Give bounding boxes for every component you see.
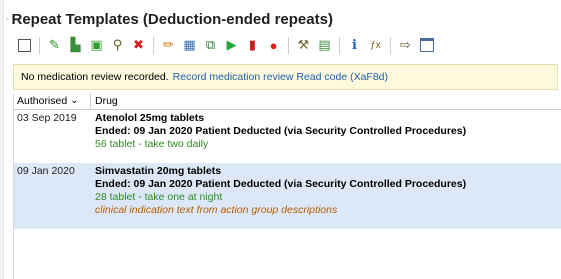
toolbar-separator bbox=[39, 36, 40, 54]
toolbar-separator bbox=[153, 36, 154, 54]
play-icon[interactable]: ▶ bbox=[221, 34, 242, 56]
toolbar-separator bbox=[339, 36, 340, 54]
issue-prescription-icon[interactable]: ✎ bbox=[44, 34, 65, 56]
table-row[interactable]: 09 Jan 2020 Simvastatin 20mg tablets End… bbox=[14, 163, 561, 229]
drug-cell: Atenolol 25mg tablets Ended: 09 Jan 2020… bbox=[95, 112, 561, 163]
tools-icon[interactable]: ⚒ bbox=[293, 34, 314, 56]
collapse-marker-icon[interactable]: ▫ bbox=[6, 16, 8, 23]
export-icon[interactable]: ⇨ bbox=[395, 34, 416, 56]
sort-chevron-icon[interactable]: ⌄ bbox=[70, 96, 78, 106]
authorised-date: 03 Sep 2019 bbox=[17, 112, 77, 124]
authorised-label: Authorised bbox=[17, 95, 68, 107]
panel-title: Repeat Templates (Deduction-ended repeat… bbox=[11, 10, 333, 28]
medication-review-notice: No medication review recorded. Record me… bbox=[13, 64, 558, 90]
formula-icon[interactable]: ƒx bbox=[365, 34, 386, 56]
toolbar-separator bbox=[288, 36, 289, 54]
info-icon[interactable]: i bbox=[344, 34, 365, 56]
window-icon[interactable] bbox=[416, 34, 437, 56]
ended-status: Ended: 09 Jan 2020 Patient Deducted (via… bbox=[95, 125, 467, 137]
toolbar: ✎ ▙ ▣ ⚲ ✖ ✏ ▦ ⧉ ▶ ▮ ● ⚒ ▤ i ƒx ⇨ bbox=[14, 33, 437, 57]
column-header-drug[interactable]: Drug bbox=[91, 95, 118, 107]
record-medication-review-link[interactable]: Record medication review Read code (XaF8… bbox=[173, 71, 388, 83]
drug-name: Atenolol 25mg tablets bbox=[95, 112, 205, 124]
edit-pencil-icon[interactable]: ✏ bbox=[158, 34, 179, 56]
amend-icon[interactable]: ▙ bbox=[65, 34, 86, 56]
table-header: Authorised ⌄ Drug bbox=[14, 93, 561, 110]
reauthorise-icon[interactable]: ▣ bbox=[86, 34, 107, 56]
clinical-indication: clinical indication text from action gro… bbox=[95, 204, 338, 216]
authorised-date: 09 Jan 2020 bbox=[17, 165, 75, 177]
panel-resize-grip[interactable] bbox=[0, 0, 4, 279]
dosage-quantity: 56 tablet - take two daily bbox=[95, 138, 209, 150]
drug-name: Simvastatin 20mg tablets bbox=[95, 165, 222, 177]
drug-cell: Simvastatin 20mg tablets Ended: 09 Jan 2… bbox=[95, 165, 561, 229]
column-header-authorised[interactable]: Authorised ⌄ bbox=[14, 93, 91, 109]
record-icon[interactable]: ● bbox=[263, 34, 284, 56]
panel-header: ▫ Repeat Templates (Deduction-ended repe… bbox=[6, 9, 333, 29]
repeat-templates-table: Authorised ⌄ Drug 03 Sep 2019 Atenolol 2… bbox=[13, 93, 561, 279]
ended-status: Ended: 09 Jan 2020 Patient Deducted (via… bbox=[95, 178, 467, 190]
stop-icon[interactable]: ▮ bbox=[242, 34, 263, 56]
table-row[interactable]: 03 Sep 2019 Atenolol 25mg tablets Ended:… bbox=[14, 110, 561, 163]
notice-text: No medication review recorded. bbox=[21, 71, 169, 83]
delete-icon[interactable]: ✖ bbox=[128, 34, 149, 56]
dosage-quantity: 28 tablet - take one at night bbox=[95, 191, 223, 203]
grid-icon[interactable]: ▤ bbox=[314, 34, 335, 56]
print-icon[interactable]: ▦ bbox=[179, 34, 200, 56]
toolbar-separator bbox=[390, 36, 391, 54]
search-drug-icon[interactable]: ⚲ bbox=[107, 34, 128, 56]
copy-icon[interactable]: ⧉ bbox=[200, 34, 221, 56]
repeat-templates-panel: ▫ Repeat Templates (Deduction-ended repe… bbox=[0, 0, 561, 279]
select-all-checkbox-icon[interactable] bbox=[14, 34, 35, 56]
